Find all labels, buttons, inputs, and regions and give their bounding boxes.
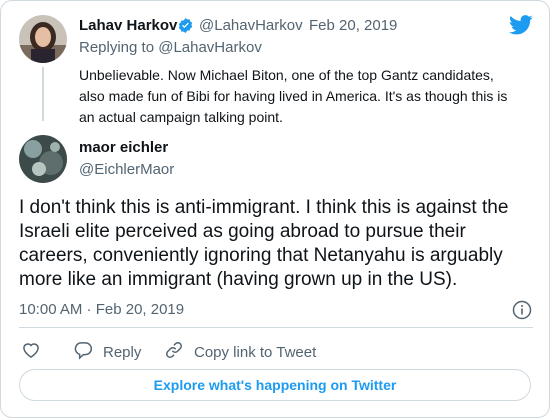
heart-icon xyxy=(21,340,51,364)
author-handle[interactable]: @LahavHarkov xyxy=(199,17,303,34)
dot-separator: · xyxy=(298,17,303,34)
quoted-text-line: an actual campaign talking point. xyxy=(79,109,283,125)
replying-to[interactable]: Replying to @LahavHarkov xyxy=(79,39,262,56)
reply-label: Reply xyxy=(103,343,142,361)
main-author-handle[interactable]: @EichlerMaor xyxy=(79,161,174,178)
author-name[interactable]: Lahav Harkov xyxy=(79,17,177,34)
thread-connector xyxy=(42,67,44,121)
reply-icon xyxy=(73,340,103,364)
explore-button[interactable]: Explore what's happening on Twitter xyxy=(19,369,531,401)
avatar-maor[interactable] xyxy=(19,135,67,183)
verified-badge-icon xyxy=(177,17,194,39)
reply-button[interactable]: Reply xyxy=(73,340,141,364)
main-text-line: Israeli elite perceived as going abroad … xyxy=(19,221,466,242)
info-icon[interactable] xyxy=(512,300,532,325)
copy-link-button[interactable]: Copy link to Tweet xyxy=(164,340,316,364)
quoted-text-line: Unbelievable. Now Michael Biton, one of … xyxy=(79,67,494,83)
link-icon xyxy=(164,340,194,364)
tweet-timestamp[interactable]: 10:00 AM · Feb 20, 2019 xyxy=(19,301,184,318)
quoted-text-line: also made fun of Bibi for having lived i… xyxy=(79,88,508,104)
main-text-line: more like an immigrant (having grown up … xyxy=(19,269,458,290)
twitter-bird-icon[interactable] xyxy=(509,15,533,40)
embedded-tweet-card: Lahav Harkov @LahavHarkov · Feb 20, 2019… xyxy=(0,0,550,418)
copy-link-label: Copy link to Tweet xyxy=(194,343,317,361)
main-text-line: I don't think this is anti-immigrant. I … xyxy=(19,197,509,218)
like-button[interactable] xyxy=(21,340,51,364)
tweet-date[interactable]: Feb 20, 2019 xyxy=(309,17,397,34)
avatar-lahav[interactable] xyxy=(19,15,67,63)
main-text-line: careers, conveniently ignoring that Neta… xyxy=(19,245,503,266)
divider xyxy=(19,327,533,328)
main-author-name[interactable]: maor eichler xyxy=(79,139,168,156)
quoted-tweet-text: Unbelievable. Now Michael Biton, one of … xyxy=(79,65,507,128)
main-tweet-text: I don't think this is anti-immigrant. I … xyxy=(19,196,508,292)
